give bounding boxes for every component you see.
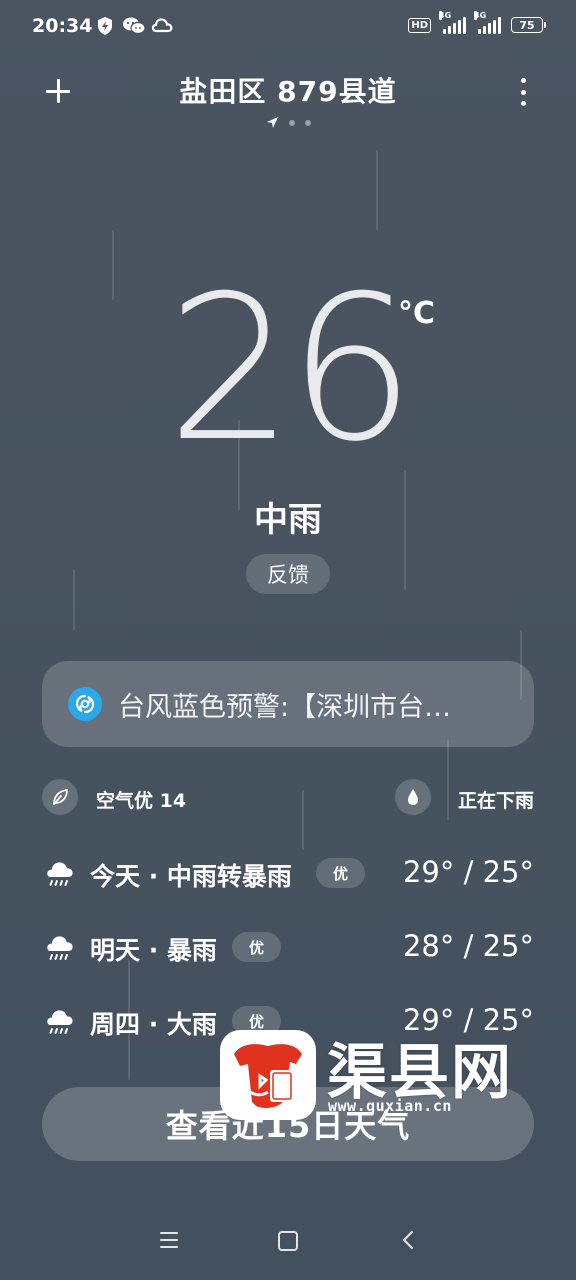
page-dot [304,119,311,126]
watermark-url: www.quxian.cn [328,1097,452,1115]
menu-icon[interactable] [160,1232,178,1248]
air-quality-badge: 优 [316,858,366,888]
rain-cloud-icon [47,936,73,960]
rain-cloud-icon [47,1010,73,1034]
current-temperature: 26 [166,253,416,486]
feedback-button[interactable]: 反馈 [246,554,330,594]
typhoon-alert-banner[interactable]: 台风蓝色预警:【深圳市台… [42,661,534,747]
navigation-bar [0,1215,576,1265]
status-right-icons: HD 4G 4G 75 [408,11,546,34]
forecast-row-tomorrow[interactable]: 明天 · 暴雨 优 28° / 25° [42,929,534,969]
signal-icon-2: 4G [474,11,501,34]
wechat-icon [122,16,146,40]
page-dot [288,119,295,126]
forecast-label: 明天 · 暴雨 [90,936,217,965]
home-icon[interactable] [278,1231,298,1251]
page-indicator [0,116,576,129]
leaf-icon [42,779,78,815]
signal-icon: 4G [439,11,466,34]
forecast-temps: 28° / 25° [402,929,534,963]
more-vertical-icon[interactable] [514,78,532,106]
shield-bolt-icon [96,16,114,40]
air-quality-text[interactable]: 空气优 14 [96,786,186,813]
location-title: 盐田区 879县道 [179,75,397,108]
current-condition: 中雨 [254,500,322,540]
air-quality-badge: 优 [232,932,282,962]
forecast-row-today[interactable]: 今天 · 中雨转暴雨 优 29° / 25° [42,855,534,895]
forecast-label: 周四 · 大雨 [90,1010,217,1039]
temperature-unit: °C [398,296,436,331]
status-time: 20:34 [32,15,93,37]
alert-text: 台风蓝色预警:【深圳市台… [118,691,452,723]
hd-icon: HD [408,17,431,33]
rain-cloud-icon [47,862,73,886]
forecast-label: 今天 · 中雨转暴雨 [90,862,292,891]
battery-level: 75 [511,17,543,33]
location-arrow-icon [266,117,278,128]
water-drop-icon [395,779,431,815]
forecast-temps: 29° / 25° [402,855,534,889]
typhoon-icon [68,687,102,721]
battery-icon: 75 [511,17,546,33]
watermark-logo [220,1030,316,1120]
back-icon[interactable] [400,1229,416,1251]
info-row: 空气优 14 正在下雨 [42,779,534,817]
cloud-icon [150,16,174,38]
status-bar: 20:34 HD 4G 4G 75 [0,0,576,56]
precip-status-text[interactable]: 正在下雨 [458,786,534,813]
